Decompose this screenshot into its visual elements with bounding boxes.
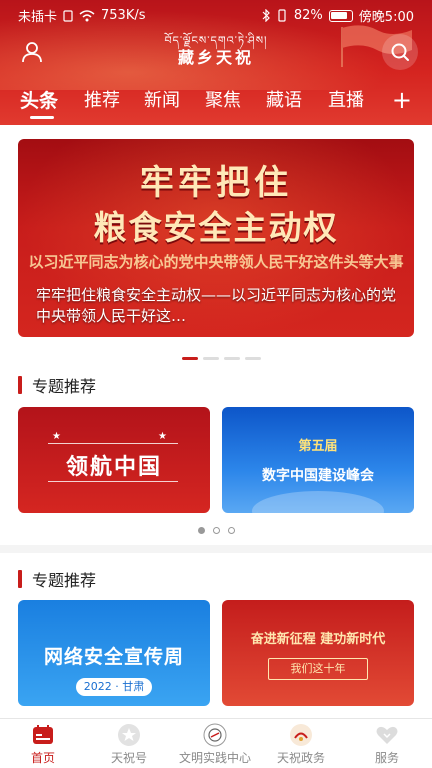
pager-dot <box>228 527 235 534</box>
logo-title: 藏乡天祝 <box>177 48 254 67</box>
gov-icon <box>290 724 312 746</box>
hero-banner[interactable]: 牢牢把住 粮食安全主动权 以习近平同志为核心的党中央带领人民干好这件头等大事 牢… <box>18 139 414 337</box>
tab-focus[interactable]: 聚焦 <box>205 88 241 114</box>
heart-icon <box>376 726 398 744</box>
home-icon <box>33 725 53 744</box>
user-button[interactable] <box>14 34 50 70</box>
nav-tianzhu-account[interactable]: 天祝号 <box>86 723 172 766</box>
card-rule <box>48 481 178 482</box>
pager-dot <box>203 357 219 360</box>
card-rule <box>48 443 178 444</box>
search-icon <box>391 43 409 61</box>
pager-dot <box>245 357 261 360</box>
banner-headline-2: 粮食安全主动权 <box>93 208 339 247</box>
pager-dot <box>213 527 220 534</box>
clock-text: 傍晚5:00 <box>358 10 414 25</box>
carrier-text: 未插卡 <box>18 10 58 25</box>
section-marker <box>18 376 22 394</box>
card-title: 奋进新征程 建功新时代 <box>250 632 386 647</box>
card-title-top: 第五届 <box>298 439 338 454</box>
card-title: 网络安全宣传周 <box>43 646 184 668</box>
card-title: 领航中国 <box>65 454 162 480</box>
vibrate-icon <box>278 9 286 22</box>
emblem-icon <box>203 723 227 747</box>
topic-card-digital-china[interactable]: 第五届 数字中国建设峰会 <box>222 407 414 513</box>
card-title: 数字中国建设峰会 <box>262 468 374 484</box>
tab-live[interactable]: 直播 <box>328 88 364 114</box>
tab-recommend[interactable]: 推荐 <box>84 88 120 114</box>
wifi-icon <box>79 9 95 21</box>
banner-subtitle: 以习近平同志为核心的党中央带领人民干好这件头等大事 <box>28 253 404 271</box>
battery-icon <box>328 9 353 22</box>
banner-pager <box>182 357 261 360</box>
logo-tibetan-text: བོད་ལྗོངས་དགའ་ཏེ་ཤིས། <box>164 34 268 47</box>
section-marker <box>18 570 22 588</box>
active-tab-indicator <box>30 116 54 119</box>
card-subtitle: 我们这十年 <box>268 658 368 680</box>
globe-decoration <box>252 491 384 513</box>
section-title: 专题推荐 <box>32 377 97 396</box>
tab-tibetan[interactable]: 藏语 <box>266 88 302 114</box>
sim-icon <box>63 9 73 22</box>
nav-services[interactable]: 服务 <box>344 723 430 766</box>
tab-news[interactable]: 新闻 <box>144 88 180 114</box>
status-bar: 未插卡 753K/s 82% 傍晚5:00 <box>0 0 432 28</box>
app-header: 未插卡 753K/s 82% 傍晚5:00 བོད་ལྗོངས་དགའ་ཏེ་ཤ… <box>0 0 432 125</box>
banner-caption: 牢牢把住粮食安全主动权——以习近平同志为核心的党中央带领人民干好这… <box>36 286 396 325</box>
topic-card-new-era[interactable]: 奋进新征程 建功新时代 我们这十年 <box>222 600 414 706</box>
bluetooth-icon <box>262 9 270 22</box>
topic-card-cyber-security[interactable]: 网络安全宣传周 2022 · 甘肃 <box>18 600 210 706</box>
topic-pager <box>198 527 235 534</box>
section-header-1: 专题推荐 <box>18 373 96 397</box>
network-speed: 753K/s <box>101 8 146 23</box>
banner-headline-1: 牢牢把住 <box>140 163 292 203</box>
bottom-navigation: 首页 天祝号 文明实践中心 天祝政务 服务 <box>0 718 432 768</box>
nav-label: 首页 <box>30 751 55 765</box>
nav-label: 天祝政务 <box>276 751 325 765</box>
nav-label: 天祝号 <box>110 751 147 765</box>
topic-card-lead-china[interactable]: ★ ★ 领航中国 <box>18 407 210 513</box>
search-button[interactable] <box>382 34 418 70</box>
pager-dot-active <box>182 357 198 360</box>
battery-percent: 82% <box>293 8 323 23</box>
star-icon <box>118 724 140 746</box>
add-tab-button[interactable]: + <box>392 88 412 112</box>
pager-dot <box>224 357 240 360</box>
nav-civilization-center[interactable]: 文明实践中心 <box>172 723 258 766</box>
nav-label: 文明实践中心 <box>178 751 251 765</box>
section-divider <box>0 545 432 553</box>
main-content: 牢牢把住 粮食安全主动权 以习近平同志为核心的党中央带领人民干好这件头等大事 牢… <box>0 125 432 718</box>
category-tabs: 头条 推荐 新闻 聚焦 藏语 直播 + <box>0 88 432 122</box>
section-header-2: 专题推荐 <box>18 567 96 591</box>
star-decoration-icon: ★ <box>158 431 167 442</box>
pager-dot-active <box>198 527 205 534</box>
user-icon <box>22 42 42 63</box>
app-logo: བོད་ལྗོངས་དགའ་ཏེ་ཤིས། 藏乡天祝 <box>150 34 282 68</box>
section-title: 专题推荐 <box>32 571 97 590</box>
nav-home[interactable]: 首页 <box>0 723 86 766</box>
star-decoration-icon: ★ <box>52 431 61 442</box>
tab-headlines[interactable]: 头条 <box>20 88 58 114</box>
nav-government-affairs[interactable]: 天祝政务 <box>258 723 344 766</box>
card-subtitle: 2022 · 甘肃 <box>76 678 152 696</box>
nav-label: 服务 <box>374 751 399 765</box>
